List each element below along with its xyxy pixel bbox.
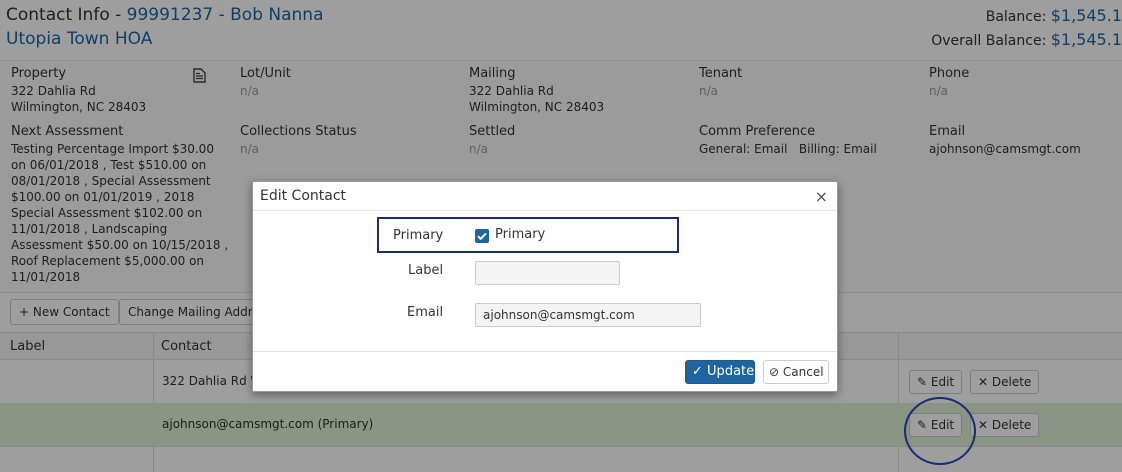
email-field-label: Email: [407, 305, 444, 320]
primary-checkbox-label[interactable]: Primary: [495, 227, 545, 242]
cancel-label: Cancel: [782, 365, 824, 379]
dialog-header: Edit Contact ×: [253, 182, 837, 211]
cancel-button[interactable]: ⊘ Cancel: [763, 360, 829, 384]
dialog-title: Edit Contact: [260, 188, 347, 204]
update-label: Update: [707, 364, 755, 379]
dialog-footer: ✓ Update ⊘ Cancel: [253, 351, 837, 393]
close-icon[interactable]: ×: [815, 187, 828, 206]
checkmark-icon: ✓: [692, 364, 703, 379]
label-input[interactable]: [475, 261, 620, 285]
edit-button-highlight-circle: [904, 397, 976, 465]
primary-field-label: Primary: [393, 228, 444, 243]
ban-icon: ⊘: [769, 365, 780, 379]
email-input[interactable]: [475, 303, 701, 327]
update-button[interactable]: ✓ Update: [685, 360, 755, 384]
primary-checkbox[interactable]: [475, 229, 489, 243]
check-icon: [477, 232, 487, 241]
label-field-label: Label: [408, 263, 444, 278]
edit-contact-dialog: Edit Contact × Primary Primary Label Ema…: [252, 181, 838, 392]
